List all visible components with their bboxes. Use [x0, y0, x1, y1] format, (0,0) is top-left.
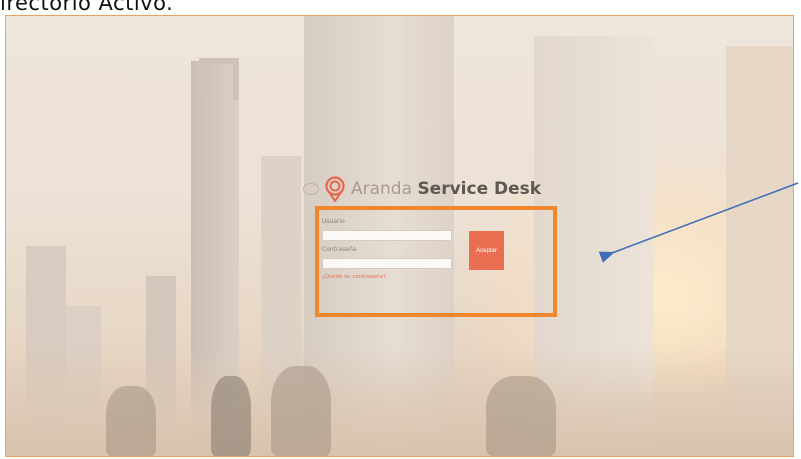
arrow-icon [598, 182, 799, 263]
